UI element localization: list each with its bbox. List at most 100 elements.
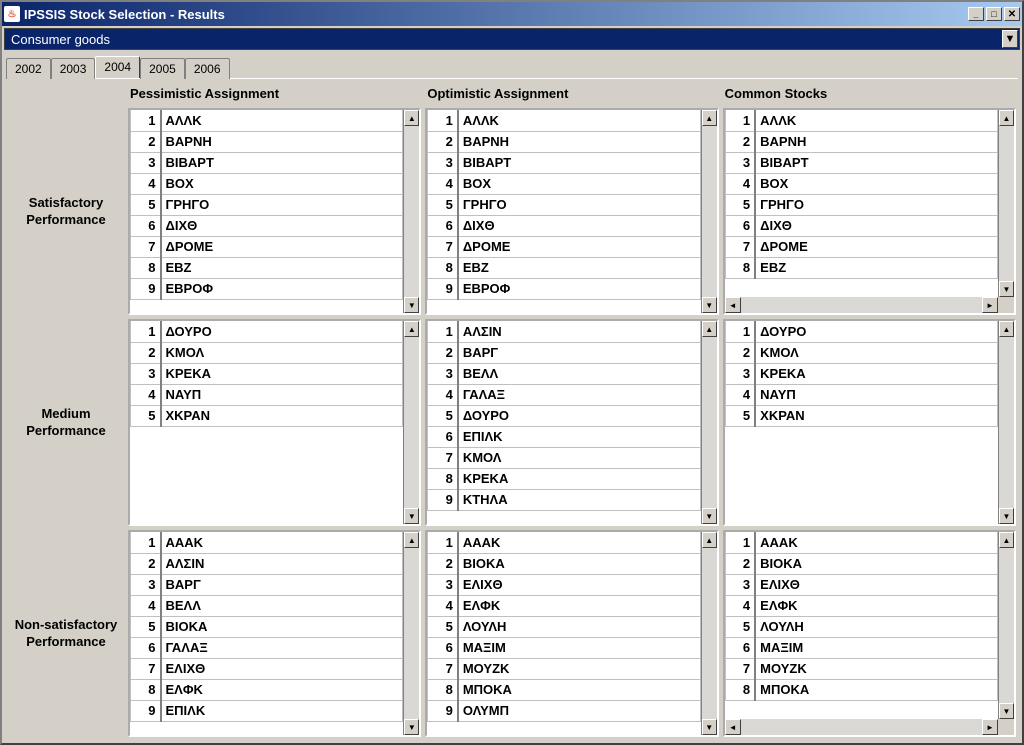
list-item[interactable]: 3ΒΕΛΛ (428, 363, 700, 384)
list-item[interactable]: 2ΚΜΟΛ (725, 342, 997, 363)
list-item[interactable]: 2ΒΑΡΝΗ (725, 131, 997, 152)
vertical-scrollbar[interactable]: ▲▼ (998, 532, 1014, 719)
list-nonsat-optimistic[interactable]: 1ΑΑΑΚ2ΒΙΟΚΑ3ΕΛΙΧΘ4ΕΛΦΚ5ΛΟΥΛΗ6ΜΑΞΙΜ7ΜΟΥΖΚ… (425, 530, 718, 737)
tab-2006[interactable]: 2006 (185, 58, 230, 79)
list-item[interactable]: 7ΚΜΟΛ (428, 447, 700, 468)
list-item[interactable]: 9ΕΒΡΟΦ (428, 278, 700, 299)
list-item[interactable]: 8ΚΡΕΚΑ (428, 468, 700, 489)
scroll-up-icon[interactable]: ▲ (999, 532, 1014, 548)
list-item[interactable]: 5ΓΡΗΓΟ (131, 194, 403, 215)
list-item[interactable]: 4ΒΟΧ (725, 173, 997, 194)
list-item[interactable]: 7ΔΡΟΜΕ (131, 236, 403, 257)
list-item[interactable]: 7ΔΡΟΜΕ (725, 236, 997, 257)
list-item[interactable]: 4ΓΑΛΑΞ (428, 384, 700, 405)
list-item[interactable]: 1ΑΑΑΚ (131, 532, 403, 553)
scroll-up-icon[interactable]: ▲ (404, 110, 419, 126)
list-nonsat-common[interactable]: 1ΑΑΑΚ2ΒΙΟΚΑ3ΕΛΙΧΘ4ΕΛΦΚ5ΛΟΥΛΗ6ΜΑΞΙΜ7ΜΟΥΖΚ… (723, 530, 1016, 737)
list-item[interactable]: 3ΒΑΡΓ (131, 574, 403, 595)
vertical-scrollbar[interactable]: ▲▼ (701, 321, 717, 524)
list-item[interactable]: 3ΒΙΒΑΡΤ (428, 152, 700, 173)
list-item[interactable]: 3ΕΛΙΧΘ (725, 574, 997, 595)
vertical-scrollbar[interactable]: ▲▼ (701, 110, 717, 313)
list-item[interactable]: 2ΒΑΡΓ (428, 342, 700, 363)
list-item[interactable]: 2ΒΙΟΚΑ (428, 553, 700, 574)
close-button[interactable]: ✕ (1004, 7, 1020, 21)
list-item[interactable]: 7ΜΟΥΖΚ (725, 658, 997, 679)
list-item[interactable]: 6ΓΑΛΑΞ (131, 637, 403, 658)
list-item[interactable]: 4ΝΑΥΠ (725, 384, 997, 405)
list-item[interactable]: 6ΔΙΧΘ (428, 215, 700, 236)
list-item[interactable]: 6ΔΙΧΘ (131, 215, 403, 236)
list-item[interactable]: 2ΒΑΡΝΗ (131, 131, 403, 152)
scroll-down-icon[interactable]: ▼ (702, 719, 717, 735)
list-item[interactable]: 6ΜΑΞΙΜ (428, 637, 700, 658)
list-item[interactable]: 8ΕΒΖ (428, 257, 700, 278)
list-item[interactable]: 1ΔΟΥΡΟ (725, 321, 997, 342)
scroll-up-icon[interactable]: ▲ (702, 110, 717, 126)
scroll-up-icon[interactable]: ▲ (999, 110, 1014, 126)
scroll-down-icon[interactable]: ▼ (404, 297, 419, 313)
chevron-down-icon[interactable]: ▼ (1002, 30, 1018, 48)
list-item[interactable]: 1ΑΛΣΙΝ (428, 321, 700, 342)
list-item[interactable]: 4ΒΕΛΛ (131, 595, 403, 616)
scroll-down-icon[interactable]: ▼ (702, 508, 717, 524)
minimize-button[interactable]: _ (968, 7, 984, 21)
list-item[interactable]: 5ΧΚΡΑΝ (131, 405, 403, 426)
list-item[interactable]: 3ΒΙΒΑΡΤ (131, 152, 403, 173)
list-item[interactable]: 9ΟΛΥΜΠ (428, 700, 700, 721)
list-satisfactory-pessimistic[interactable]: 1ΑΛΛΚ2ΒΑΡΝΗ3ΒΙΒΑΡΤ4ΒΟΧ5ΓΡΗΓΟ6ΔΙΧΘ7ΔΡΟΜΕ8… (128, 108, 421, 315)
vertical-scrollbar[interactable]: ▲▼ (403, 321, 419, 524)
scroll-up-icon[interactable]: ▲ (404, 532, 419, 548)
tab-2005[interactable]: 2005 (140, 58, 185, 79)
vertical-scrollbar[interactable]: ▲▼ (701, 532, 717, 735)
list-item[interactable]: 1ΑΛΛΚ (131, 110, 403, 131)
list-item[interactable]: 2ΚΜΟΛ (131, 342, 403, 363)
list-item[interactable]: 4ΒΟΧ (428, 173, 700, 194)
vertical-scrollbar[interactable]: ▲▼ (998, 321, 1014, 524)
scroll-up-icon[interactable]: ▲ (702, 321, 717, 337)
list-satisfactory-optimistic[interactable]: 1ΑΛΛΚ2ΒΑΡΝΗ3ΒΙΒΑΡΤ4ΒΟΧ5ΓΡΗΓΟ6ΔΙΧΘ7ΔΡΟΜΕ8… (425, 108, 718, 315)
list-item[interactable]: 8ΕΒΖ (725, 257, 997, 278)
scroll-down-icon[interactable]: ▼ (404, 508, 419, 524)
tab-2003[interactable]: 2003 (51, 58, 96, 79)
list-item[interactable]: 3ΒΙΒΑΡΤ (725, 152, 997, 173)
list-item[interactable]: 4ΕΛΦΚ (725, 595, 997, 616)
list-item[interactable]: 2ΑΛΣΙΝ (131, 553, 403, 574)
list-medium-optimistic[interactable]: 1ΑΛΣΙΝ2ΒΑΡΓ3ΒΕΛΛ4ΓΑΛΑΞ5ΔΟΥΡΟ6ΕΠΙΛΚ7ΚΜΟΛ8… (425, 319, 718, 526)
scroll-left-icon[interactable]: ◄ (725, 297, 741, 313)
list-item[interactable]: 9ΚΤΗΛΑ (428, 489, 700, 510)
list-item[interactable]: 5ΛΟΥΛΗ (725, 616, 997, 637)
list-medium-common[interactable]: 1ΔΟΥΡΟ2ΚΜΟΛ3ΚΡΕΚΑ4ΝΑΥΠ5ΧΚΡΑΝ▲▼ (723, 319, 1016, 526)
list-item[interactable]: 6ΜΑΞΙΜ (725, 637, 997, 658)
scroll-up-icon[interactable]: ▲ (999, 321, 1014, 337)
list-item[interactable]: 8ΜΠΟΚΑ (428, 679, 700, 700)
list-item[interactable]: 6ΕΠΙΛΚ (428, 426, 700, 447)
list-item[interactable]: 8ΕΛΦΚ (131, 679, 403, 700)
list-item[interactable]: 7ΜΟΥΖΚ (428, 658, 700, 679)
list-item[interactable]: 1ΑΛΛΚ (428, 110, 700, 131)
list-item[interactable]: 3ΚΡΕΚΑ (131, 363, 403, 384)
list-medium-pessimistic[interactable]: 1ΔΟΥΡΟ2ΚΜΟΛ3ΚΡΕΚΑ4ΝΑΥΠ5ΧΚΡΑΝ▲▼ (128, 319, 421, 526)
maximize-button[interactable]: □ (986, 7, 1002, 21)
list-item[interactable]: 4ΕΛΦΚ (428, 595, 700, 616)
list-item[interactable]: 2ΒΑΡΝΗ (428, 131, 700, 152)
list-item[interactable]: 8ΜΠΟΚΑ (725, 679, 997, 700)
list-item[interactable]: 6ΔΙΧΘ (725, 215, 997, 236)
scroll-up-icon[interactable]: ▲ (404, 321, 419, 337)
list-item[interactable]: 5ΓΡΗΓΟ (725, 194, 997, 215)
list-item[interactable]: 2ΒΙΟΚΑ (725, 553, 997, 574)
tab-2002[interactable]: 2002 (6, 58, 51, 79)
vertical-scrollbar[interactable]: ▲▼ (998, 110, 1014, 297)
list-item[interactable]: 3ΚΡΕΚΑ (725, 363, 997, 384)
scroll-down-icon[interactable]: ▼ (999, 281, 1014, 297)
scroll-up-icon[interactable]: ▲ (702, 532, 717, 548)
list-item[interactable]: 7ΔΡΟΜΕ (428, 236, 700, 257)
sector-dropdown[interactable]: Consumer goods ▼ (4, 28, 1020, 50)
list-item[interactable]: 3ΕΛΙΧΘ (428, 574, 700, 595)
list-item[interactable]: 1ΑΑΑΚ (725, 532, 997, 553)
list-item[interactable]: 1ΔΟΥΡΟ (131, 321, 403, 342)
list-item[interactable]: 5ΔΟΥΡΟ (428, 405, 700, 426)
scroll-right-icon[interactable]: ► (982, 719, 998, 735)
horizontal-scrollbar[interactable]: ◄► (725, 719, 1014, 735)
list-item[interactable]: 4ΒΟΧ (131, 173, 403, 194)
